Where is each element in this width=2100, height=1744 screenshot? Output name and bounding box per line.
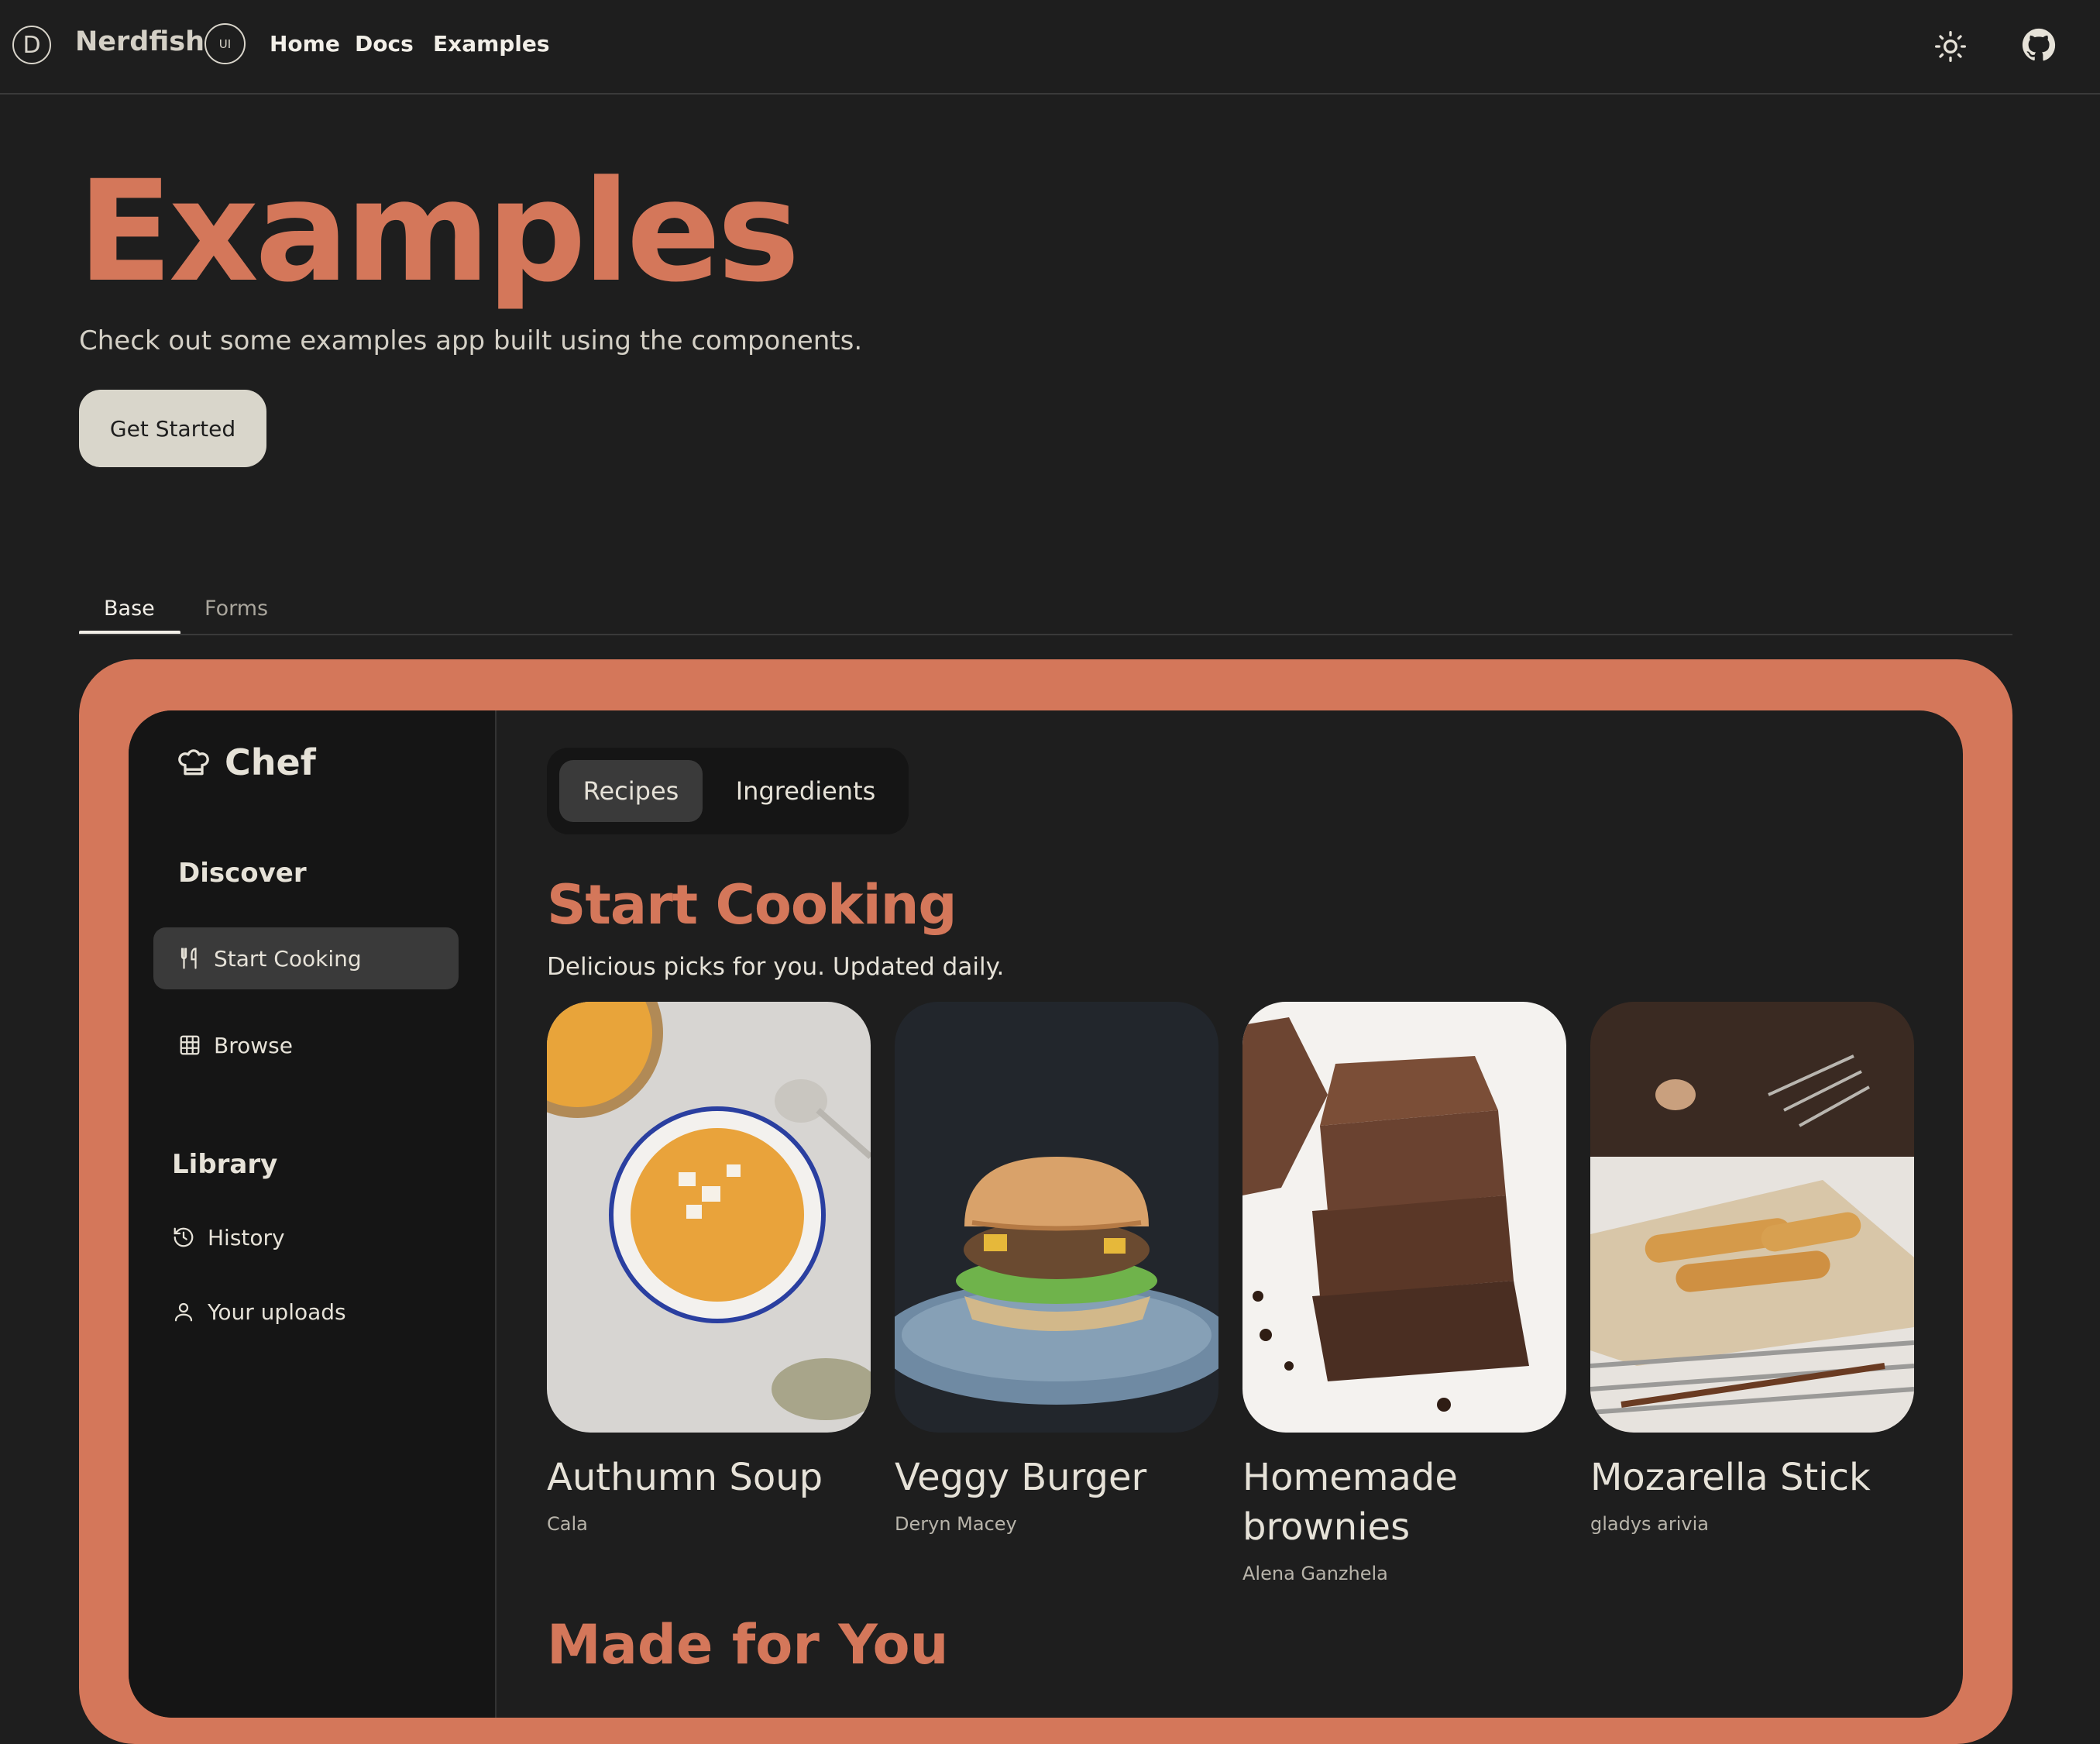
recipe-card[interactable]: Veggy Burger Deryn Macey (895, 1002, 1218, 1535)
recipe-title: Veggy Burger (895, 1456, 1147, 1499)
sidebar: Chef Discover Start Cooking Browse Libra… (129, 710, 497, 1718)
github-link[interactable] (2022, 28, 2056, 62)
recipe-title: Mozarella Stick (1590, 1456, 1871, 1499)
sun-icon (1935, 31, 1966, 62)
nav-docs-link[interactable]: Docs (355, 31, 414, 57)
section-title: Start Cooking (547, 873, 957, 937)
recipe-author: Alena Ganzhela (1242, 1563, 1388, 1584)
main-content: Recipes Ingredients Start Cooking Delici… (497, 710, 1963, 1718)
nav-examples-link[interactable]: Examples (433, 31, 550, 57)
get-started-button[interactable]: Get Started (79, 390, 266, 467)
sidebar-item-label: Browse (214, 1032, 293, 1058)
sidebar-item-start-cooking[interactable]: Start Cooking (153, 927, 459, 989)
page-title: Examples (77, 151, 800, 313)
logo-icon[interactable]: D (12, 26, 51, 64)
discover-heading: Discover (178, 858, 307, 889)
app-name: Chef (225, 741, 316, 783)
chef-app-preview: Chef Discover Start Cooking Browse Libra… (129, 710, 1963, 1718)
segment-recipes[interactable]: Recipes (559, 760, 703, 822)
nav-home-link[interactable]: Home (270, 31, 340, 57)
tab-base[interactable]: Base (104, 597, 155, 621)
recipe-title: Authumn Soup (547, 1456, 823, 1499)
sidebar-item-history[interactable]: History (147, 1206, 457, 1268)
recipe-card[interactable]: Mozarella Stick gladys arivia (1590, 1002, 1914, 1535)
github-icon (2022, 28, 2056, 61)
recipe-image-mozzarella (1590, 1002, 1914, 1433)
sidebar-item-browse[interactable]: Browse (153, 1014, 459, 1076)
sidebar-item-label: History (208, 1224, 285, 1250)
recipe-title: Homemade brownies (1242, 1456, 1458, 1549)
sidebar-item-label: Start Cooking (214, 945, 362, 972)
history-icon (174, 1227, 194, 1247)
utensils-icon (180, 948, 197, 969)
recipe-image-soup (547, 1002, 871, 1433)
recipe-image-burger (895, 1002, 1218, 1433)
top-navigation-bar: D Nerdfish UI Home Docs Examples (0, 0, 2100, 95)
ui-badge: UI (205, 23, 246, 64)
library-heading: Library (172, 1149, 278, 1180)
recipe-card[interactable]: Homemade brownies Alena Ganzhela (1242, 1002, 1566, 1584)
brand-name[interactable]: Nerdfish (75, 26, 205, 57)
sidebar-item-your-uploads[interactable]: Your uploads (147, 1281, 457, 1343)
recipe-image-brownies (1242, 1002, 1566, 1433)
segment-ingredients[interactable]: Ingredients (713, 760, 898, 822)
recipe-author: Cala (547, 1513, 588, 1535)
tab-forms[interactable]: Forms (205, 597, 268, 621)
chef-logo[interactable]: Chef (177, 741, 316, 783)
grid-icon (180, 1035, 200, 1055)
next-section-title: Made for You (547, 1613, 949, 1677)
recipe-author: gladys arivia (1590, 1513, 1709, 1535)
sidebar-item-label: Your uploads (208, 1299, 346, 1325)
recipe-author: Deryn Macey (895, 1513, 1017, 1535)
theme-toggle-button[interactable] (1933, 29, 1968, 64)
section-subtitle: Delicious picks for you. Updated daily. (547, 953, 1005, 981)
user-icon (174, 1302, 193, 1322)
tabs-divider (79, 634, 2012, 635)
chef-hat-icon (178, 749, 209, 776)
segmented-control: Recipes Ingredients (547, 748, 909, 834)
page-subtitle: Check out some examples app built using … (79, 325, 863, 356)
recipe-card[interactable]: Authumn Soup Cala (547, 1002, 871, 1535)
